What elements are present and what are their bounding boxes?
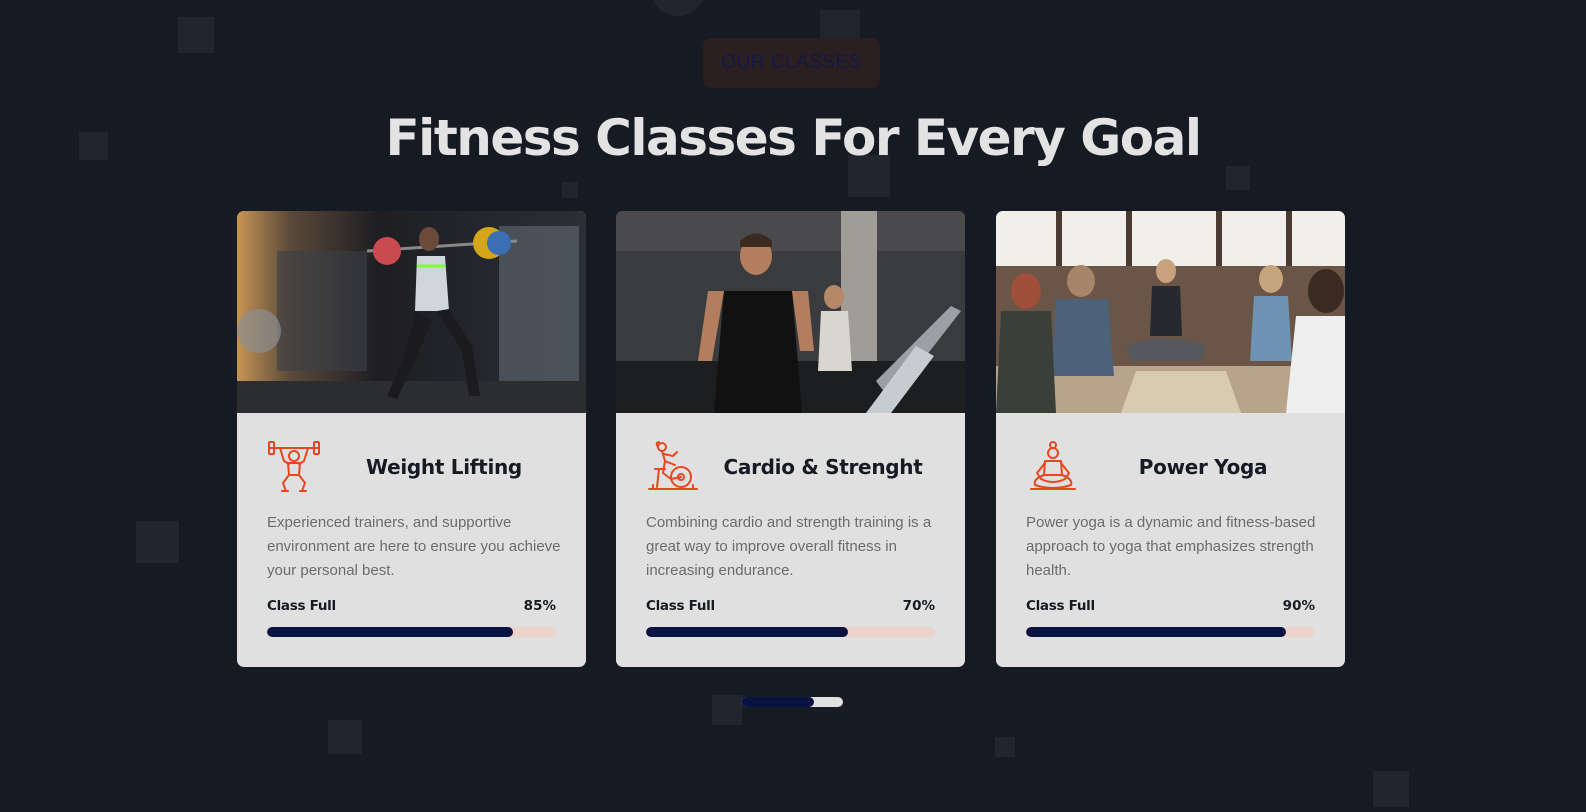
progress-fill	[267, 627, 513, 637]
decor-square	[712, 695, 742, 725]
class-photo-power-yoga	[996, 211, 1345, 413]
progress-bar	[646, 627, 935, 637]
class-description: Power yoga is a dynamic and fitness-base…	[1026, 514, 1316, 579]
progress-bar	[267, 627, 556, 637]
carousel-scrollbar-thumb[interactable]	[741, 697, 815, 707]
exercise-bike-icon	[648, 441, 698, 490]
progress-label: Class Full	[267, 598, 336, 614]
class-title: Cardio & Strenght	[723, 455, 923, 479]
progress-bar	[1026, 627, 1315, 637]
decor-square	[328, 720, 362, 754]
progress-fill	[1026, 627, 1287, 637]
progress-label: Class Full	[646, 598, 715, 614]
section-eyebrow-badge: OUR CLASSES	[703, 38, 880, 88]
weightlifter-icon	[268, 441, 320, 492]
progress-label: Class Full	[1026, 598, 1095, 614]
decor-square	[178, 17, 214, 53]
class-card-weight-lifting[interactable]: Weight Lifting Experienced trainers, and…	[237, 211, 586, 667]
progress-percent: 85%	[523, 598, 556, 614]
decor-square	[136, 521, 179, 563]
decor-square	[995, 737, 1015, 757]
class-card-header: Cardio & Strenght	[645, 439, 945, 495]
class-photo-weight-lifting	[237, 211, 586, 413]
class-card-cardio-strength[interactable]: Cardio & Strenght Combining cardio and s…	[616, 211, 965, 667]
class-card-power-yoga[interactable]: Power Yoga Power yoga is a dynamic and f…	[996, 211, 1345, 667]
decor-square	[1373, 771, 1409, 807]
progress-percent: 70%	[902, 598, 935, 614]
class-description: Combining cardio and strength training i…	[646, 514, 932, 579]
class-title: Power Yoga	[1138, 455, 1268, 479]
progress-percent: 90%	[1282, 598, 1315, 614]
progress-fill	[646, 627, 849, 637]
class-title: Weight Lifting	[366, 455, 522, 479]
carousel-scrollbar[interactable]	[741, 697, 843, 707]
yoga-pose-icon	[1030, 441, 1076, 490]
classes-section: OUR CLASSES Fitness Classes For Every Go…	[0, 0, 1586, 812]
decor-circle	[650, 0, 706, 16]
section-title: Fitness Classes For Every Goal	[385, 109, 1202, 167]
class-card-header: Power Yoga	[1025, 439, 1325, 495]
decor-square	[562, 182, 578, 198]
class-photo-cardio-strength	[616, 211, 965, 413]
class-description: Experienced trainers, and supportive env…	[267, 514, 561, 579]
class-card-header: Weight Lifting	[266, 439, 566, 495]
